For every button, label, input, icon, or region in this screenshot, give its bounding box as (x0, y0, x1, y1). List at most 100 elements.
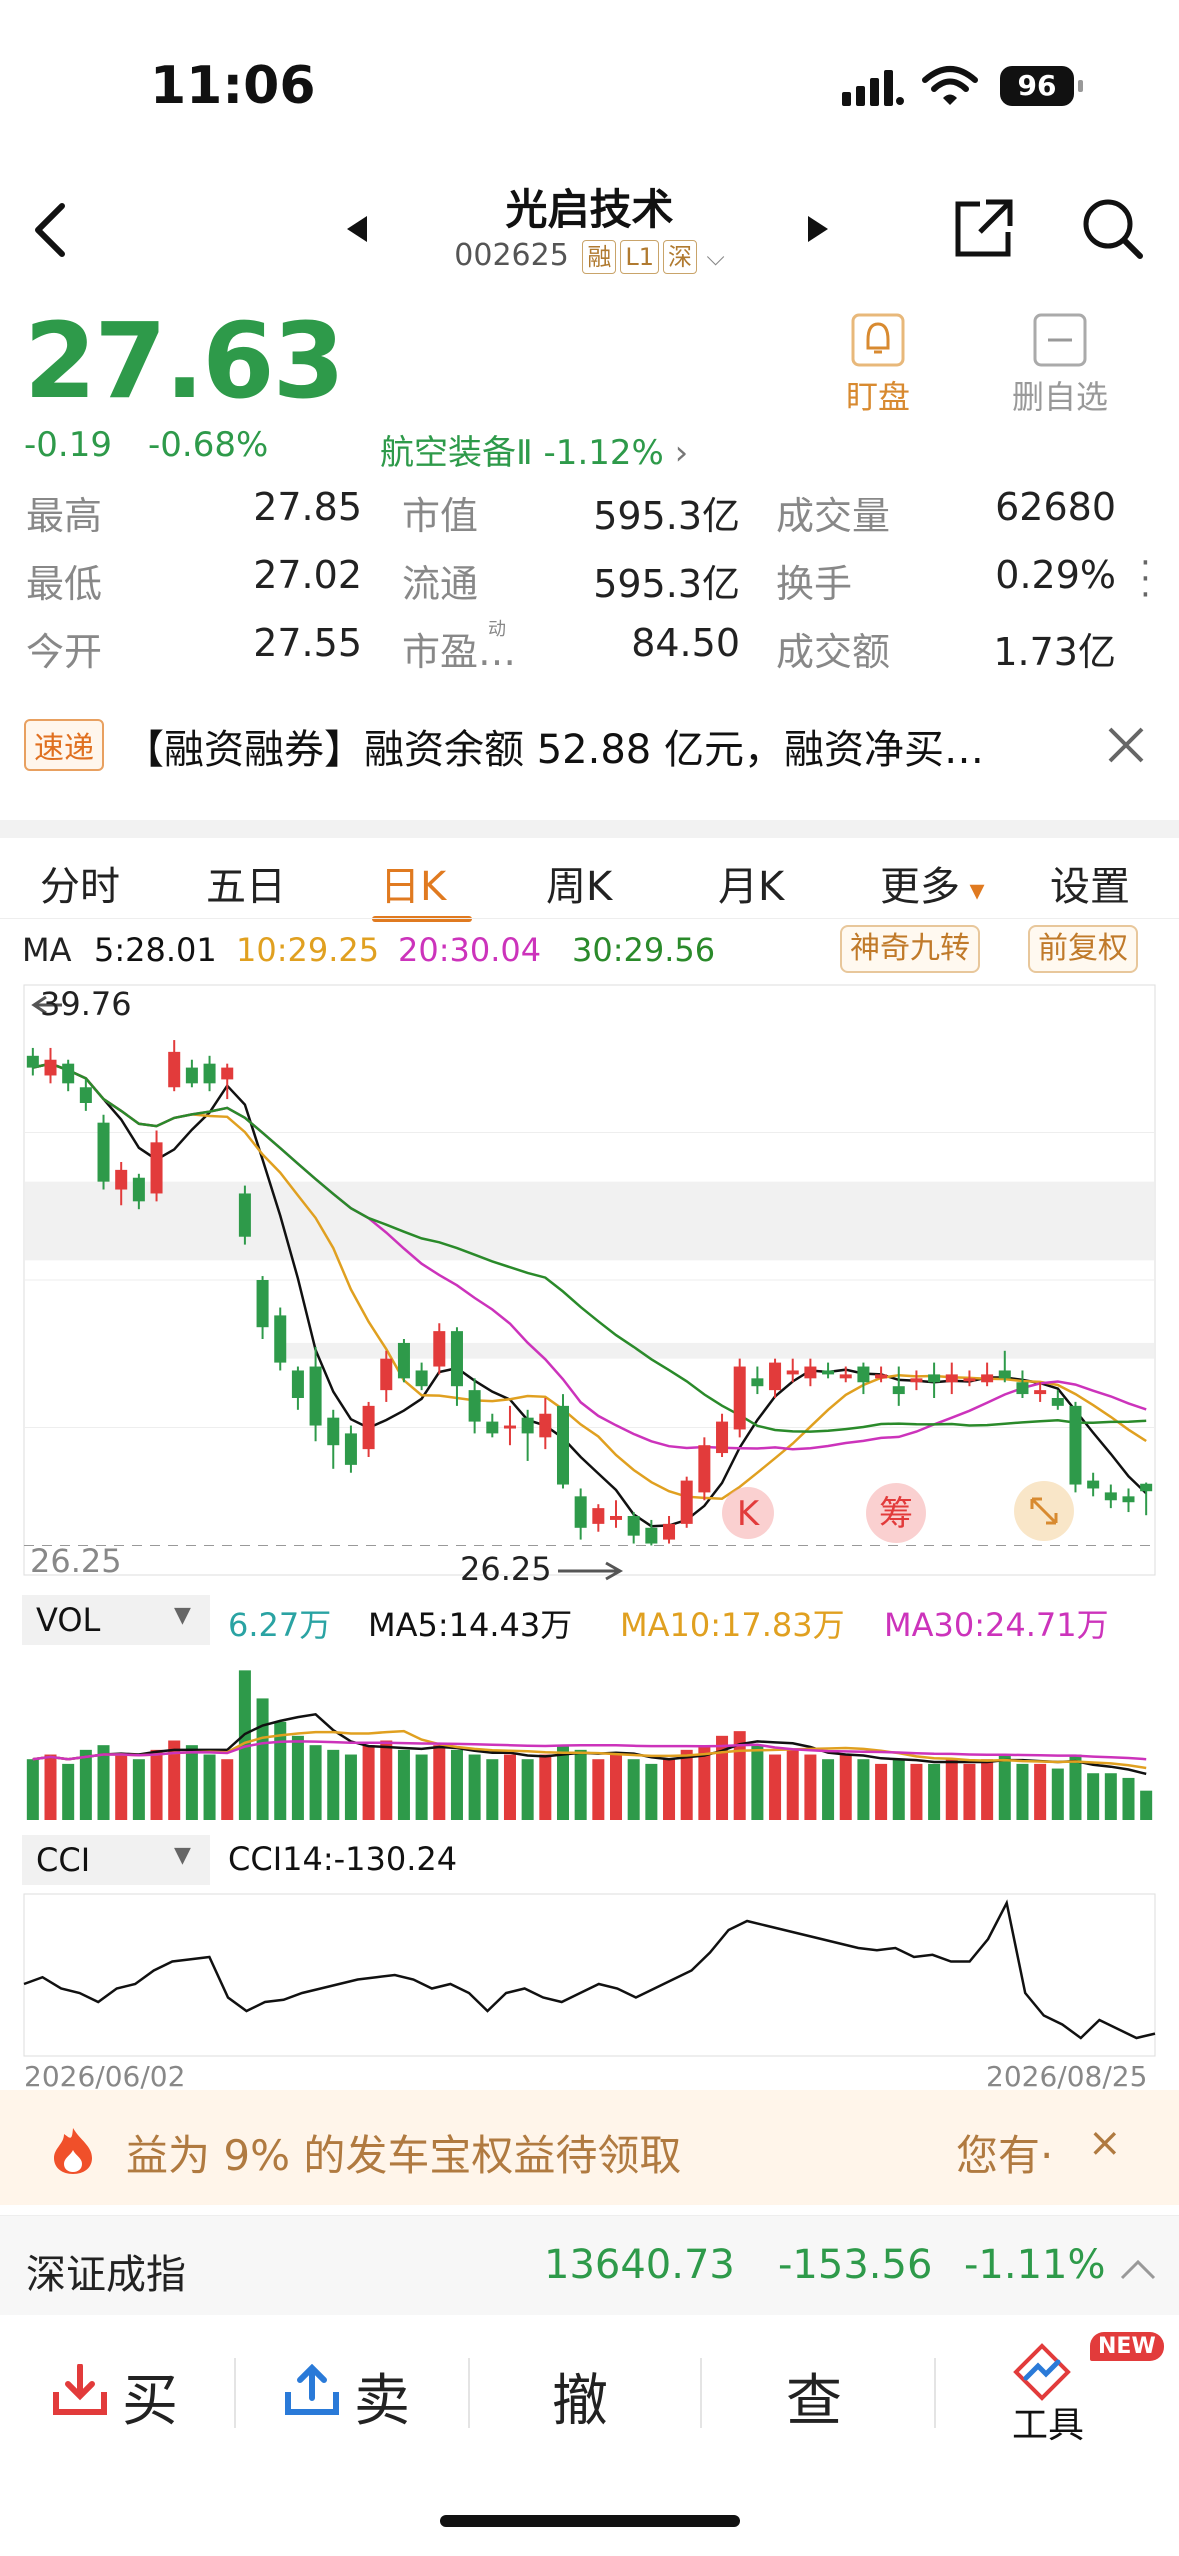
start-date: 2026/06/02 (24, 2060, 186, 2093)
quote-grid: 最高 27.85 市值 595.3亿 成交量 62680 最低 27.02 流通… (0, 485, 1179, 685)
volume-bar (910, 1763, 923, 1820)
volume-label: 成交量 (776, 494, 891, 538)
cci-chart[interactable] (0, 1890, 1179, 2060)
bell-icon (851, 313, 905, 367)
price-change: -0.19 (24, 425, 112, 465)
volume-chart[interactable] (0, 1655, 1179, 1825)
volume-bar (503, 1754, 516, 1820)
high-price-label: 39.76 (40, 985, 132, 1023)
tab-five-day[interactable]: 五日 (206, 854, 286, 912)
news-ticker[interactable]: 速递 【融资融券】融资余额 52.88 亿元，融资净买… (0, 695, 1179, 795)
more-dots-icon[interactable]: · · · (1140, 546, 1151, 612)
price-change-pct: -0.68% (148, 425, 269, 465)
volume-bar (1069, 1754, 1082, 1820)
tab-settings[interactable]: 设置 (1050, 854, 1130, 912)
remove-label: 删自选 (1011, 378, 1108, 416)
query-button[interactable]: 查 (786, 2356, 842, 2437)
candle (592, 1508, 605, 1524)
index-name: 深证成指 (26, 2252, 186, 2298)
volume-bar (62, 1763, 75, 1820)
volume-bar (486, 1759, 499, 1820)
candle (981, 1374, 994, 1383)
cci-label: CCI (36, 1841, 91, 1879)
volume-bar (221, 1759, 234, 1820)
tab-more[interactable]: 更多 ▾ (880, 854, 985, 912)
low-price-label: 26.25 (460, 1550, 552, 1588)
volume-bar (1104, 1773, 1117, 1820)
vol-label: VOL (36, 1601, 101, 1639)
candle (751, 1378, 764, 1387)
volume-bar (981, 1759, 994, 1820)
dropdown-triangle-icon: ▼ (174, 1603, 191, 1628)
close-icon[interactable] (1104, 723, 1148, 767)
candle (574, 1496, 587, 1528)
volume-bar (1016, 1763, 1029, 1820)
dropdown-triangle-icon: ▼ (174, 1843, 191, 1868)
cci-value: CCI14:-130.24 (228, 1840, 458, 1878)
volume-bar (415, 1754, 428, 1820)
candle (963, 1378, 976, 1382)
tab-weekly-k[interactable]: 周K (546, 854, 612, 912)
candle (786, 1370, 799, 1375)
close-icon[interactable]: × (1088, 2120, 1122, 2166)
candle (663, 1523, 676, 1540)
remove-watchlist-button[interactable]: 删自选 (1000, 312, 1120, 418)
volume-bar (751, 1745, 764, 1820)
indicator-selector[interactable]: CCI ▼ (22, 1835, 210, 1885)
tools-label: 工具 (1012, 2405, 1085, 2446)
market-cap-label: 市值 (402, 494, 479, 538)
vol-value: 6.27万 (228, 1606, 332, 1644)
end-date: 2026/08/25 (986, 2060, 1148, 2093)
candle (1122, 1496, 1135, 1503)
open-label: 今开 (26, 630, 103, 674)
volume-bar (362, 1745, 375, 1820)
tab-intraday[interactable]: 分时 (40, 854, 120, 912)
candle (928, 1374, 941, 1383)
sell-label: 卖 (354, 2369, 410, 2434)
turnover-label: 换手 (776, 562, 853, 606)
volume-bar (344, 1754, 357, 1820)
volume-bar (786, 1749, 799, 1820)
volume-bar (556, 1745, 570, 1820)
tools-button[interactable]: NEW 工具 (1000, 2332, 1170, 2452)
next-stock-icon[interactable] (806, 214, 830, 244)
volume-bar (327, 1749, 340, 1820)
candle (680, 1480, 693, 1524)
amount-label: 成交额 (776, 630, 891, 674)
low-arrow (558, 1561, 624, 1581)
search-icon[interactable] (1080, 196, 1146, 262)
volume-bar (804, 1754, 817, 1820)
forward-adjust-button[interactable]: 前复权 (1028, 925, 1138, 973)
candle (221, 1067, 234, 1080)
tab-daily-k[interactable]: 日K (380, 854, 446, 912)
candle (892, 1386, 905, 1395)
candle (327, 1417, 340, 1446)
amount-value: 1.73亿 (993, 630, 1116, 674)
promo-text: 益为 9% 的发车宝权益待领取 (126, 2131, 682, 2180)
watch-label: 盯盘 (845, 378, 910, 416)
cci-line (23, 1899, 1156, 2040)
tab-monthly-k[interactable]: 月K (718, 854, 784, 912)
volume-bar (680, 1749, 693, 1820)
candle (238, 1193, 251, 1237)
vol-ma30: MA30:24.71万 (884, 1606, 1109, 1644)
promo-banner[interactable]: 益为 9% 的发车宝权益待领取 您有· × (0, 2090, 1179, 2205)
candle (822, 1370, 835, 1375)
candle (627, 1516, 640, 1536)
vol-selector[interactable]: VOL ▼ (22, 1595, 210, 1645)
watch-button[interactable]: 盯盘 (838, 312, 918, 418)
sector-link[interactable]: 航空装备Ⅱ -1.12% › (380, 425, 688, 474)
chevron-right-icon: › (674, 433, 689, 473)
volume-bar (945, 1759, 958, 1820)
candle (716, 1421, 729, 1454)
magic-nine-button[interactable]: 神奇九转 (840, 925, 980, 973)
cancel-order-button[interactable]: 撤 (552, 2356, 608, 2437)
kline-chart[interactable]: K筹 (0, 975, 1179, 1590)
index-bar[interactable]: 深证成指 13640.73 -153.56 -1.11% (0, 2215, 1179, 2315)
share-icon[interactable] (950, 196, 1016, 262)
volume-bar (150, 1749, 163, 1820)
chevron-up-icon[interactable] (1118, 2258, 1158, 2282)
volume-bar (1122, 1777, 1135, 1820)
volume-bar (132, 1759, 145, 1820)
candle (1069, 1405, 1082, 1485)
